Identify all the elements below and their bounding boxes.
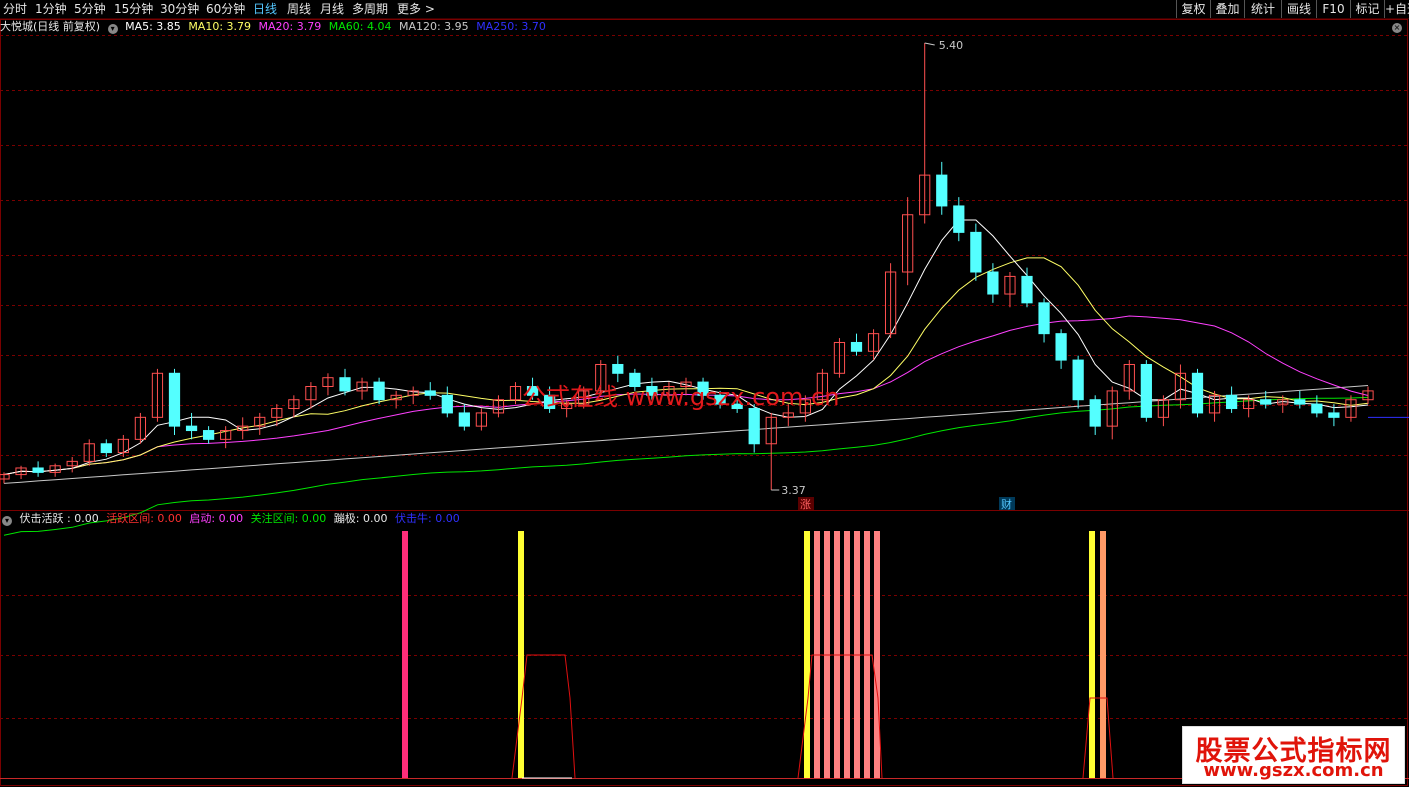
candle-body xyxy=(373,381,385,401)
add-watchlist-button[interactable]: +自选 xyxy=(1384,0,1409,18)
ambush-bull-value: 伏击牛: 0.00 xyxy=(395,512,460,525)
overlay-button[interactable]: 叠加 xyxy=(1210,0,1244,18)
ma5-value: MA5: 3.85 xyxy=(125,20,181,33)
ma250-value: MA250: 3.70 xyxy=(476,20,546,33)
candle-body xyxy=(1038,302,1050,335)
high-marker-line xyxy=(924,42,935,46)
settings-icon[interactable]: ▾ xyxy=(107,24,118,34)
signal-bar-yellow xyxy=(804,531,810,778)
signal-bar-pink xyxy=(402,531,408,778)
active-zone-outline xyxy=(1082,697,1114,779)
zhang-tag: 涨 xyxy=(800,498,811,511)
indicator-name[interactable]: 伏击活跃 : 0.00 xyxy=(20,512,99,525)
fuquan-button[interactable]: 复权 xyxy=(1176,0,1210,18)
signal-bar-yellow xyxy=(518,531,524,778)
candle-body xyxy=(339,377,351,392)
candle-body xyxy=(1072,359,1084,401)
tab-1min[interactable]: 1分钟 xyxy=(35,0,67,18)
candle-body xyxy=(936,174,948,207)
candle-body xyxy=(953,205,965,233)
candle-body xyxy=(1311,403,1323,414)
candle-body xyxy=(850,341,863,352)
candle-body xyxy=(0,474,10,480)
candle-body xyxy=(1089,399,1101,427)
candle-body xyxy=(1328,412,1340,418)
draw-line-button[interactable]: 画线 xyxy=(1281,0,1316,18)
candle-body xyxy=(1021,275,1033,304)
sub-settings-icon[interactable]: ▾ xyxy=(2,516,12,526)
signal-bar-yellow xyxy=(1089,531,1095,778)
candle-body xyxy=(1055,333,1067,361)
candle-body xyxy=(1294,399,1306,405)
center-watermark: 公式在线 www.gszx.com.cn xyxy=(522,383,840,411)
watermark-line2: www.gszx.com.cn xyxy=(1203,760,1384,781)
tab-5min[interactable]: 5分钟 xyxy=(74,0,106,18)
ma60-value: MA60: 4.04 xyxy=(328,20,392,33)
period-toolbar: 分时 1分钟 5分钟 15分钟 30分钟 60分钟 日线 周线 月线 多周期 更… xyxy=(0,0,1409,19)
main-legend: 大悦城(日线 前复权) ▾ MA5: 3.85 MA10: 3.79 MA20:… xyxy=(0,19,546,35)
lurk-value: 蹦极: 0.00 xyxy=(333,512,388,525)
tab-60min[interactable]: 60分钟 xyxy=(206,0,245,18)
tab-multi-period[interactable]: 多周期 xyxy=(352,0,388,18)
candle-body xyxy=(168,372,181,427)
candle-body xyxy=(748,408,760,445)
candle-body xyxy=(100,443,112,454)
tab-more[interactable]: 更多 > xyxy=(397,0,435,18)
ma120-value: MA120: 3.95 xyxy=(398,20,469,33)
ma20-value: MA20: 3.79 xyxy=(258,20,322,33)
high-price-label: 5.40 xyxy=(939,39,964,52)
candle-body xyxy=(1140,363,1152,418)
candle-body xyxy=(32,467,44,473)
tab-weekly[interactable]: 周线 xyxy=(287,0,311,18)
f10-button[interactable]: F10 xyxy=(1316,0,1350,18)
stats-button[interactable]: 统计 xyxy=(1244,0,1281,18)
candle-body xyxy=(970,231,982,273)
candle-body xyxy=(1225,394,1238,410)
candle-body xyxy=(612,363,624,374)
ma10-value: MA10: 3.79 xyxy=(188,20,252,33)
signal-bar-salmon xyxy=(874,531,880,778)
candle-body xyxy=(441,394,453,414)
candle-body xyxy=(1191,372,1204,414)
tab-15min[interactable]: 15分钟 xyxy=(114,0,153,18)
cai-tag: 财 xyxy=(1001,497,1012,511)
tab-monthly[interactable]: 月线 xyxy=(320,0,344,18)
active-zone-value: 活跃区间: 0.00 xyxy=(106,512,182,525)
mark-button[interactable]: 标记 xyxy=(1350,0,1384,18)
candle-body xyxy=(1260,399,1272,405)
tab-daily[interactable]: 日线 xyxy=(253,0,277,18)
candle-body xyxy=(987,271,999,295)
tab-fenshi[interactable]: 分时 xyxy=(3,0,27,18)
watermark-box: 股票公式指标网 www.gszx.com.cn xyxy=(1182,726,1405,784)
tab-30min[interactable]: 30分钟 xyxy=(160,0,199,18)
stock-title[interactable]: 大悦城(日线 前复权) xyxy=(0,20,100,33)
low-price-label: 3.37 xyxy=(781,484,806,497)
close-icon[interactable]: × xyxy=(1392,23,1402,33)
candle-body xyxy=(458,412,470,427)
candle-body xyxy=(185,425,198,432)
candle-body xyxy=(424,390,436,396)
signal-bar-salmon xyxy=(1100,531,1106,778)
focus-zone-value: 关注区间: 0.00 xyxy=(250,512,327,525)
sub-legend: ▾ 伏击活跃 : 0.00 活跃区间: 0.00 启动: 0.00 关注区间: … xyxy=(0,511,460,527)
start-value: 启动: 0.00 xyxy=(189,512,244,525)
candle-body xyxy=(202,430,215,440)
